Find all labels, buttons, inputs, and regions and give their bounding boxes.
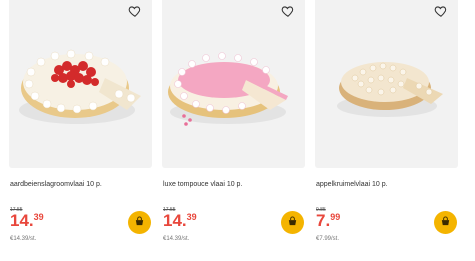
current-price: 14.39 [10, 212, 44, 230]
product-title[interactable]: luxe tompouce vlaai 10 p. [163, 181, 242, 188]
product-card[interactable]: luxe tompouce vlaai 10 p. 17.55 14.39 €1… [162, 0, 305, 261]
strawberry-cream-pie-image [19, 49, 141, 124]
product-title[interactable]: aardbeienslagroomvlaai 10 p. [10, 181, 102, 188]
product-card[interactable]: aardbeienslagroomvlaai 10 p. 17.55 14.39… [9, 0, 152, 261]
product-image[interactable] [9, 0, 152, 168]
apple-crumble-pie-image [337, 62, 443, 117]
price-decimal: 99 [330, 212, 341, 222]
product-image[interactable] [315, 0, 458, 168]
add-to-cart-button[interactable] [128, 211, 151, 234]
product-grid: aardbeienslagroomvlaai 10 p. 17.55 14.39… [0, 0, 475, 261]
product-image[interactable] [162, 0, 305, 168]
price-integer: 7. [316, 211, 331, 230]
price-decimal: 39 [33, 212, 44, 222]
unit-price: €14.39/st. [163, 236, 190, 242]
price-decimal: 39 [186, 212, 197, 222]
pink-tompouce-pie-image [168, 52, 288, 126]
unit-price: €14.39/st. [10, 236, 37, 242]
price-integer: 14. [163, 211, 187, 230]
unit-price: €7.99/st. [316, 236, 340, 242]
favorite-heart-icon[interactable] [128, 4, 142, 18]
shopping-basket-icon [134, 214, 145, 232]
add-to-cart-button[interactable] [281, 211, 304, 234]
product-card[interactable]: appelkruimelvlaai 10 p. 9.85 7.99 €7.99/… [315, 0, 458, 261]
price-integer: 14. [10, 211, 34, 230]
product-title[interactable]: appelkruimelvlaai 10 p. [316, 181, 388, 188]
current-price: 7.99 [316, 212, 340, 230]
shopping-basket-icon [287, 214, 298, 232]
add-to-cart-button[interactable] [434, 211, 457, 234]
favorite-heart-icon[interactable] [434, 4, 448, 18]
favorite-heart-icon[interactable] [281, 4, 295, 18]
current-price: 14.39 [163, 212, 197, 230]
shopping-basket-icon [440, 214, 451, 232]
